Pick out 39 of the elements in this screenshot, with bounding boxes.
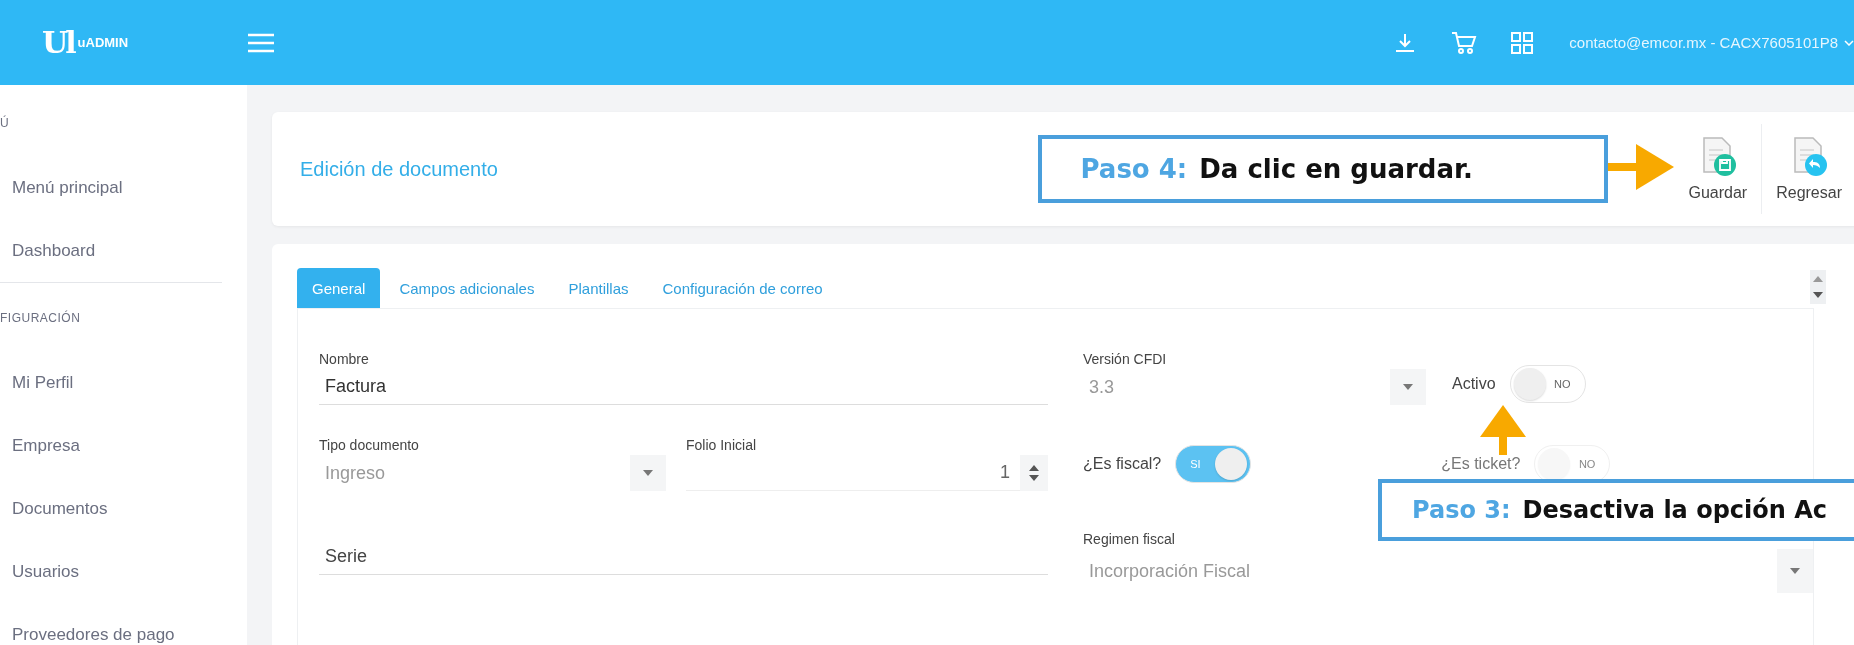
field-label: Versión CFDI bbox=[1083, 351, 1167, 369]
scroll-arrows-icon[interactable] bbox=[1810, 270, 1826, 304]
toggle-label: ¿Es fiscal? bbox=[1083, 455, 1162, 473]
grid-icon[interactable] bbox=[1511, 31, 1534, 54]
brand-name: uADMIN bbox=[77, 35, 129, 50]
step-callout: Paso 3: Desactiva la opción Ac bbox=[1378, 479, 1854, 541]
step-callout: Paso 4: Da clic en guardar. bbox=[1038, 135, 1609, 203]
page-title: Edición de documento bbox=[300, 157, 499, 181]
toggle-label: Activo bbox=[1452, 375, 1496, 393]
sidebar-section-title: FIGURACIÓN bbox=[0, 311, 82, 327]
field-label: Tipo documento bbox=[319, 437, 419, 455]
cart-icon[interactable] bbox=[1451, 30, 1478, 55]
chevron-down-icon[interactable] bbox=[1844, 39, 1854, 46]
sidebar-item[interactable]: Empresa bbox=[0, 414, 247, 477]
toggle-switch[interactable]: NO bbox=[1509, 365, 1586, 403]
sidebar-item[interactable]: Usuarios bbox=[0, 540, 247, 603]
field-label: Regimen fiscal bbox=[1083, 531, 1175, 549]
field-label: Nombre bbox=[319, 351, 369, 369]
save-button[interactable]: Guardar bbox=[1674, 136, 1762, 202]
sidebar-item[interactable]: Dashboard bbox=[0, 219, 247, 282]
sidebar-item[interactable]: Mi Perfil bbox=[0, 351, 247, 414]
input-field[interactable]: Serie bbox=[319, 539, 1048, 575]
toggle-label: ¿Es ticket? bbox=[1441, 455, 1521, 473]
tab[interactable]: Campos adicionales bbox=[384, 268, 550, 308]
field-label: Folio Inicial bbox=[686, 437, 757, 455]
back-button[interactable]: Regresar bbox=[1762, 136, 1854, 202]
logo: Ul bbox=[42, 25, 74, 60]
arrow bbox=[1608, 144, 1675, 190]
sidebar-section-title: Ú bbox=[0, 116, 11, 132]
tab[interactable]: Plantillas bbox=[553, 268, 644, 308]
number-field[interactable]: 1 bbox=[686, 455, 1048, 491]
sidebar-item[interactable]: Proveedores de pago bbox=[0, 603, 247, 645]
sidebar-item[interactable]: Documentos bbox=[0, 477, 247, 540]
input-field[interactable]: Factura bbox=[319, 369, 1048, 405]
sidebar-item[interactable]: Menú principal bbox=[0, 156, 247, 219]
arrow bbox=[1480, 405, 1526, 455]
menu-icon[interactable] bbox=[248, 32, 275, 53]
stepper-arrows-icon[interactable] bbox=[1029, 464, 1039, 481]
tab[interactable]: Configuración de correo bbox=[647, 268, 838, 308]
